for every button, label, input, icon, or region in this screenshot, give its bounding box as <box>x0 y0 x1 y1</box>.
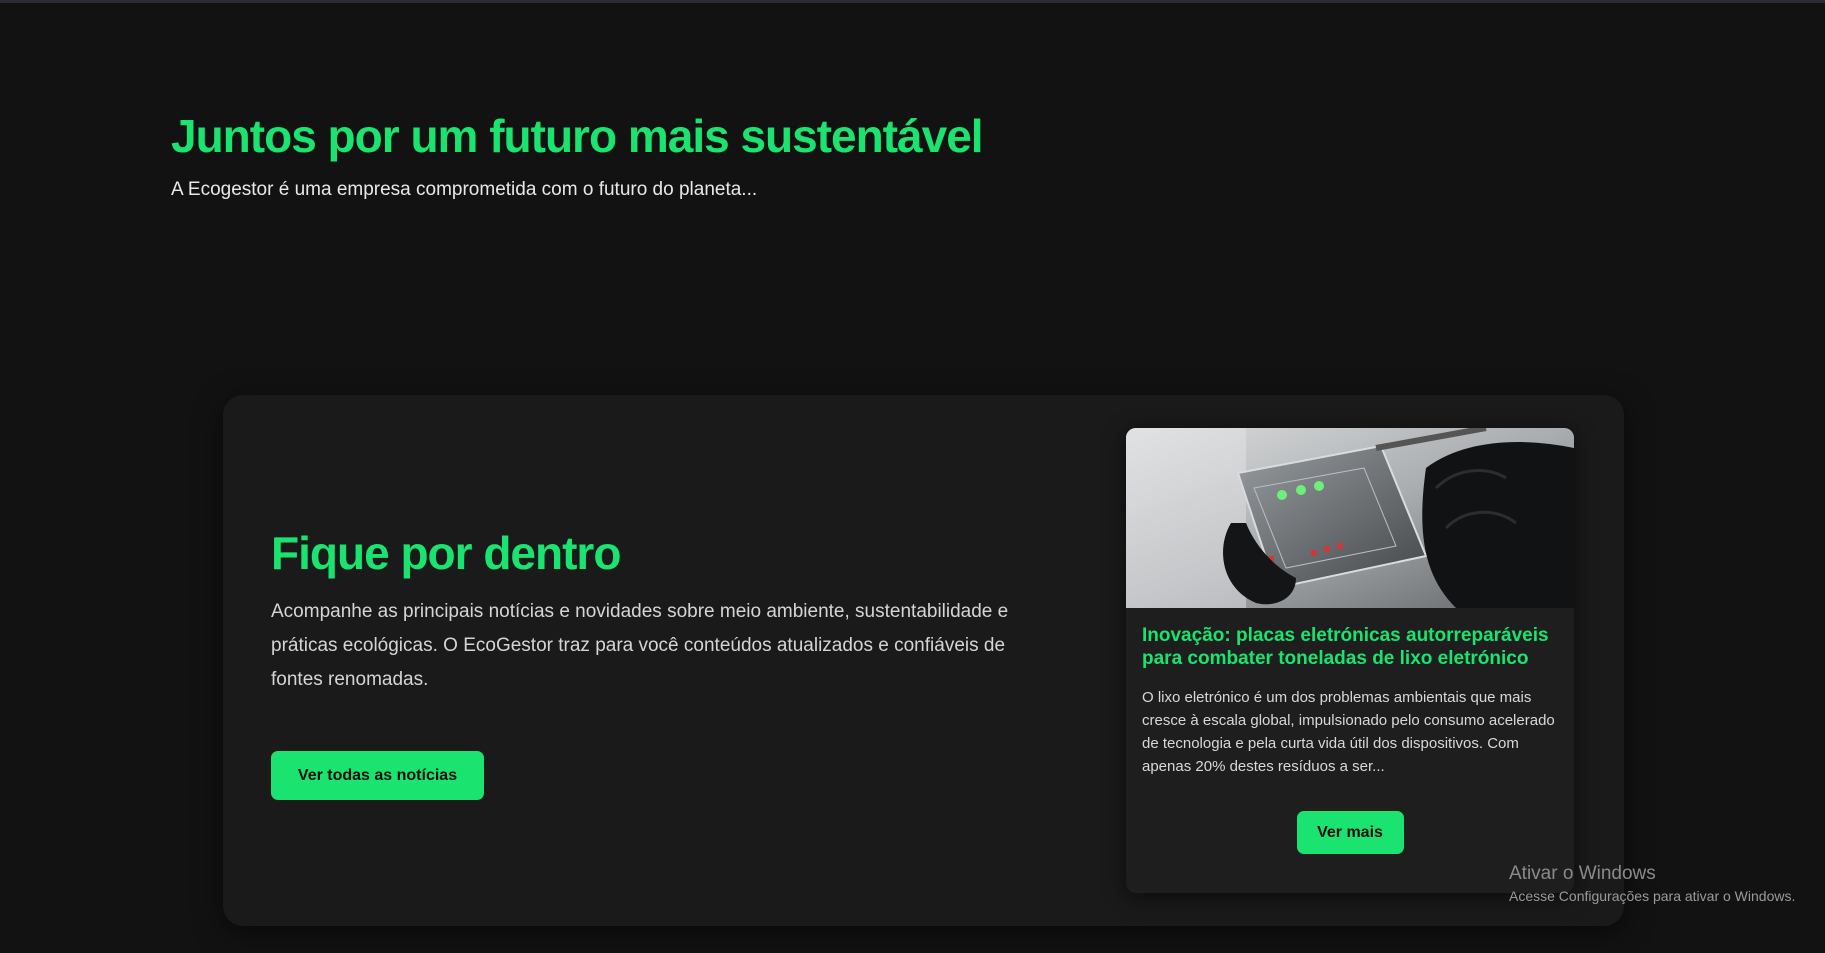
news-card-excerpt: O lixo eletrónico é um dos problemas amb… <box>1142 689 1555 775</box>
news-section-description: Acompanhe as principais notícias e novid… <box>271 601 1009 690</box>
news-card-image <box>1126 428 1574 608</box>
news-card-title[interactable]: Inovação: placas eletrónicas autorrepará… <box>1142 624 1558 670</box>
read-more-button[interactable]: Ver mais <box>1296 811 1404 854</box>
news-section: Fique por dentro Acompanhe as principais… <box>223 395 1624 926</box>
circuit-board-photo-icon <box>1126 428 1574 608</box>
hero-section: Juntos por um futuro mais sustentável A … <box>171 108 1371 202</box>
browser-top-edge <box>0 0 1825 3</box>
hero-title: Juntos por um futuro mais sustentável <box>171 110 984 162</box>
news-section-title: Fique por dentro <box>271 527 621 579</box>
all-news-button[interactable]: Ver todas as notícias <box>271 751 484 800</box>
windows-activation-watermark: Ativar o Windows Acesse Configurações pa… <box>1509 862 1795 906</box>
news-intro: Fique por dentro Acompanhe as principais… <box>271 525 1061 800</box>
news-card-actions: Ver mais <box>1142 811 1558 854</box>
hero-subtitle: A Ecogestor é uma empresa comprometida c… <box>171 179 758 200</box>
news-card-body: Inovação: placas eletrónicas autorrepará… <box>1126 608 1574 854</box>
watermark-title: Ativar o Windows <box>1509 863 1656 884</box>
watermark-subtitle: Acesse Configurações para ativar o Windo… <box>1509 888 1796 904</box>
news-card: Inovação: placas eletrónicas autorrepará… <box>1126 428 1574 893</box>
